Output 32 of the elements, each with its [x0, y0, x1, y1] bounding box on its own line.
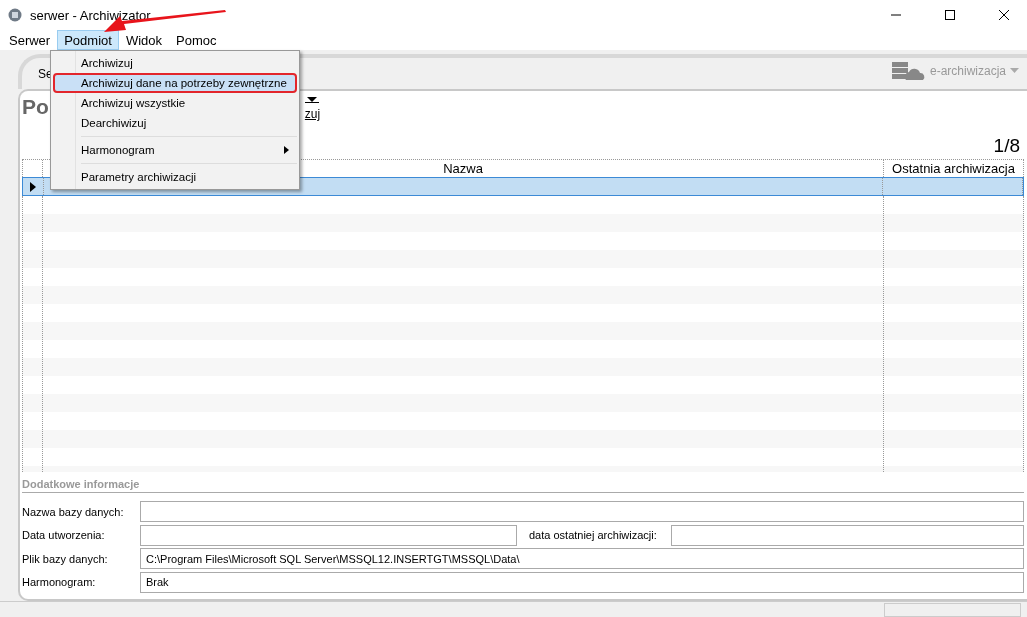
menu-item[interactable]: Serwer [2, 30, 58, 50]
input-field[interactable] [140, 524, 517, 546]
input-field[interactable]: Brak [140, 571, 1024, 593]
menu-item[interactable]: Archiwizuj dane na potrzeby zewnętrzne [53, 73, 297, 93]
caret-icon[interactable] [304, 97, 319, 103]
row-pointer-icon [30, 181, 36, 192]
menu-item[interactable]: Archiwizuj [53, 53, 297, 73]
field-label: Harmonogram: [22, 576, 97, 588]
menu-item[interactable]: Podmiot [57, 30, 119, 50]
page-count: 1/8 [993, 135, 1020, 157]
menu-item[interactable]: Pomoc [169, 30, 224, 50]
maximize-icon [945, 10, 955, 20]
field-label: Plik bazy danych: [22, 552, 109, 565]
server-cloud-icon [891, 61, 926, 81]
close-icon [999, 10, 1009, 20]
field-label: Nazwa bazy danych: [22, 505, 125, 518]
link[interactable]: zuj [304, 107, 321, 121]
menu-item[interactable]: Widok [118, 30, 169, 50]
field-label: Data utworzenia: [22, 529, 106, 541]
menu-item[interactable]: Harmonogram [53, 140, 297, 160]
window-title: serwer - Archiwizator [30, 7, 151, 23]
section-title: Dodatkowe informacje [22, 472, 1024, 493]
field-label: data ostatniej archiwizacji: [529, 529, 657, 541]
submenu-arrow-icon [284, 146, 289, 154]
menu-item[interactable]: Dearchiwizuj [53, 113, 297, 133]
input-field[interactable]: C:\Program Files\Microsoft SQL Server\MSSQL12.INSERTGT\MSSQL\Data\ [140, 548, 1024, 569]
menu-item[interactable]: Archiwizuj wszystkie [53, 93, 297, 113]
input-field[interactable] [140, 501, 1024, 522]
app-icon [8, 8, 22, 22]
caret-icon [1010, 68, 1019, 74]
input-field[interactable] [670, 524, 1024, 546]
page-heading: Po [22, 95, 49, 119]
